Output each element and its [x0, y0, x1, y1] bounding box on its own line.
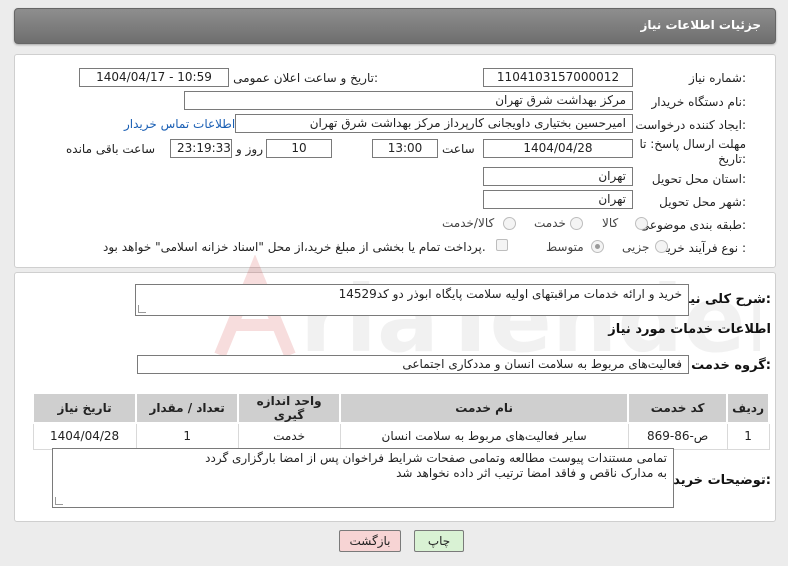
- cell-need-date: 1404/04/28: [32, 422, 137, 450]
- col-quantity: تعداد / مقدار: [135, 392, 240, 424]
- buyer-notes-line-1: تمامی مستندات پیوست مطالعه وتمامی صفحات …: [205, 451, 667, 465]
- col-unit: واحد اندازه گیری: [237, 392, 342, 424]
- creator-field: امیرحسین بختیاری داویجانی کارپرداز مرکز …: [235, 114, 633, 133]
- province-field: تهران: [483, 167, 633, 186]
- table-header-row: ردیف کد خدمت نام خدمت واحد اندازه گیری ت…: [31, 392, 770, 424]
- buyer-notes-line-2: به مدارک ناقص و فاقد امضا ترتیب اثر داده…: [396, 466, 667, 480]
- announce-field: 1404/04/17 - 10:59: [79, 68, 229, 87]
- print-button[interactable]: چاپ: [414, 530, 464, 552]
- deadline-date-field: 1404/04/28: [483, 139, 633, 158]
- treasury-payment-note: پرداخت تمام یا بخشی از مبلغ خرید،از محل …: [103, 240, 486, 254]
- need-number-label: شماره نیاز:: [688, 71, 746, 85]
- resize-grip-icon[interactable]: [55, 497, 63, 505]
- category-goods-service-label: کالا/خدمت: [442, 216, 495, 230]
- announce-label: تاریخ و ساعت اعلان عمومی:: [233, 71, 378, 85]
- page-header: جزئیات اطلاعات نیاز: [14, 8, 776, 44]
- city-label: شهر محل تحویل:: [659, 195, 746, 209]
- category-label: طبقه بندی موضوعی:: [639, 218, 746, 232]
- process-label: نوع فرآیند خرید :: [661, 241, 746, 255]
- creator-label: ایجاد کننده درخواست:: [635, 118, 746, 132]
- process-medium-radio[interactable]: [591, 240, 604, 253]
- col-row-number: ردیف: [726, 392, 770, 424]
- services-table-wrap: ردیف کد خدمت نام خدمت واحد اندازه گیری ت…: [31, 392, 770, 450]
- deadline-hour-label: ساعت: [442, 142, 475, 156]
- process-medium-label: متوسط: [546, 240, 584, 254]
- page-title: جزئیات اطلاعات نیاز: [640, 18, 761, 32]
- services-table: ردیف کد خدمت نام خدمت واحد اندازه گیری ت…: [31, 392, 770, 450]
- cell-unit: خدمت: [237, 422, 341, 450]
- remaining-label: ساعت باقی مانده: [66, 142, 156, 156]
- remaining-time-field: 23:19:33: [170, 139, 232, 158]
- buyer-org-field: مرکز بهداشت شرق تهران: [184, 91, 633, 110]
- need-number-field: 1104103157000012: [483, 68, 633, 87]
- col-service-name: نام خدمت: [339, 392, 630, 424]
- category-service-radio[interactable]: [570, 217, 583, 230]
- treasury-payment-checkbox[interactable]: [496, 239, 508, 251]
- services-section-title: اطلاعات خدمات مورد نیاز: [608, 322, 771, 337]
- category-goods-radio[interactable]: [635, 217, 648, 230]
- service-group-field: فعالیت‌های مربوط به سلامت انسان و مددکار…: [137, 355, 689, 374]
- process-minor-radio[interactable]: [655, 240, 668, 253]
- buyer-org-label: نام دستگاه خریدار:: [651, 95, 747, 109]
- cell-quantity: 1: [135, 422, 239, 450]
- col-service-code: کد خدمت: [627, 392, 729, 424]
- deadline-label: مهلت ارسال پاسخ: تا: [639, 137, 746, 151]
- back-button[interactable]: بازگشت: [339, 530, 401, 552]
- table-row: 1 ص-86-869 سایر فعالیت‌های مربوط به سلام…: [32, 422, 770, 450]
- resize-grip-icon[interactable]: [138, 305, 146, 313]
- summary-textarea[interactable]: خرید و ارائه خدمات مراقبتهای اولیه سلامت…: [135, 284, 689, 316]
- cell-row-number: 1: [726, 422, 770, 450]
- category-service-label: خدمت: [534, 216, 566, 230]
- buyer-contact-link[interactable]: اطلاعات تماس خریدار: [124, 117, 235, 131]
- category-goods-label: کالا: [602, 216, 619, 230]
- summary-label: شرح کلی نیاز:: [677, 292, 771, 307]
- buyer-notes-label: توضیحات خریدار:: [661, 473, 771, 488]
- col-need-date: تاریخ نیاز: [31, 392, 138, 424]
- summary-text: خرید و ارائه خدمات مراقبتهای اولیه سلامت…: [338, 287, 682, 301]
- deadline-label-date: تاریخ:: [718, 152, 746, 166]
- city-field: تهران: [483, 190, 633, 209]
- days-label: روز و: [236, 142, 263, 156]
- province-label: استان محل تحویل:: [651, 172, 746, 186]
- buyer-notes-textarea[interactable]: تمامی مستندات پیوست مطالعه وتمامی صفحات …: [52, 448, 674, 508]
- days-field: 10: [266, 139, 332, 158]
- process-minor-label: جزیی: [622, 240, 650, 254]
- deadline-time-field: 13:00: [372, 139, 438, 158]
- service-group-label: گروه خدمت:: [691, 358, 771, 373]
- cell-service-code: ص-86-869: [627, 422, 728, 450]
- cell-service-name: سایر فعالیت‌های مربوط به سلامت انسان: [339, 422, 629, 450]
- category-goods-service-radio[interactable]: [503, 217, 516, 230]
